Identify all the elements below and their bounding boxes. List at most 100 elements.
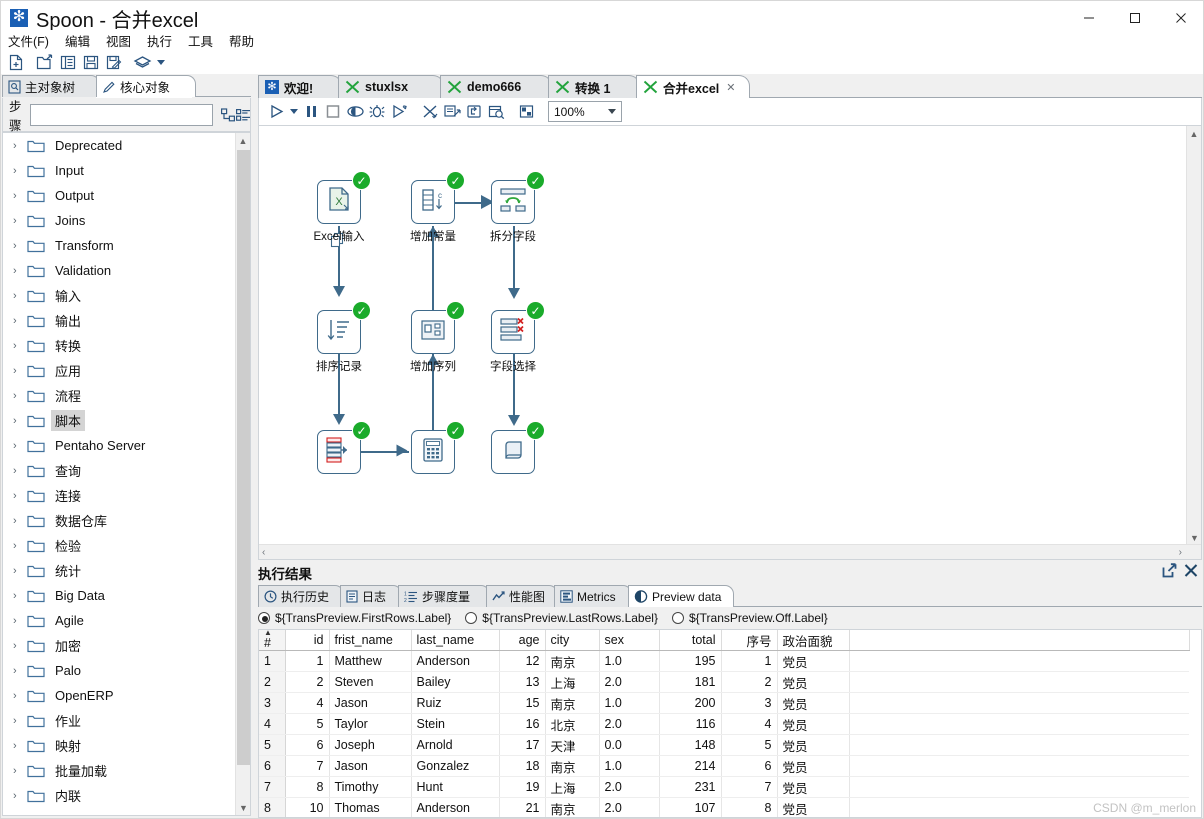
cell-frist_name[interactable]: Jason [329, 692, 412, 714]
tab-metrics[interactable]: Metrics [554, 585, 632, 607]
column-header-id[interactable]: id [285, 630, 330, 651]
table-row[interactable]: 3 4 Jason Ruiz 15 南京 1.0 200 3 党员 [259, 692, 1189, 714]
preview-icon[interactable] [344, 100, 366, 124]
tab-performance-graph[interactable]: 性能图 [486, 585, 558, 607]
editor-tab-1[interactable]: ✻ 欢迎! [258, 75, 342, 98]
cell-age[interactable]: 13 [499, 671, 546, 693]
chevron-right-icon[interactable]: › [13, 515, 27, 527]
step-box[interactable]: ✓ [491, 171, 545, 224]
chevron-right-icon[interactable]: › [13, 765, 27, 777]
tree-item[interactable]: › 流程 [3, 383, 235, 408]
sql-icon[interactable] [463, 100, 485, 124]
tree-item[interactable]: › 内联 [3, 783, 235, 808]
menu-tools[interactable]: 工具 [180, 31, 221, 50]
analyze-icon[interactable] [441, 100, 463, 124]
tree-item[interactable]: › 查询 [3, 458, 235, 483]
cell-zzmm[interactable]: 党员 [777, 755, 850, 777]
cell-rn[interactable]: 1 [259, 650, 286, 672]
cell-xuhao[interactable]: 4 [721, 713, 778, 735]
cell-xuhao[interactable]: 6 [721, 755, 778, 777]
explore-repository-icon[interactable] [56, 51, 79, 73]
cell-last_name[interactable]: Arnold [411, 734, 500, 756]
core-objects-tree[interactable]: › Deprecated › Input › Output › Joins › Transform… [2, 132, 251, 816]
step-box[interactable]: ✓ [411, 301, 465, 354]
cell-zzmm[interactable]: 党员 [777, 734, 850, 756]
cell-total[interactable]: 200 [659, 692, 722, 714]
run-dropdown-icon[interactable] [287, 100, 300, 124]
cell-sex[interactable]: 0.0 [599, 734, 660, 756]
cell-zzmm[interactable]: 党员 [777, 692, 850, 714]
tree-item[interactable]: › 统计 [3, 558, 235, 583]
step-add-sequence[interactable]: ✓ 增加序列 [410, 301, 465, 373]
cell-xuhao[interactable]: 7 [721, 776, 778, 798]
step-split-fields[interactable]: ✓ 拆分字段 [490, 171, 545, 243]
cell-frist_name[interactable]: Steven [329, 671, 412, 693]
table-row[interactable]: 8 10 Thomas Anderson 21 南京 2.0 107 8 党员 [259, 797, 1189, 817]
cell-sex[interactable]: 2.0 [599, 776, 660, 798]
tree-item[interactable]: › OpenERP [3, 683, 235, 708]
cell-id[interactable]: 6 [285, 734, 330, 756]
editor-tab-5[interactable]: 合并excel ✕ [636, 75, 750, 98]
tree-item[interactable]: › Palo [3, 658, 235, 683]
tab-step-metrics[interactable]: 12 步骤度量 [398, 585, 490, 607]
cell-frist_name[interactable]: Jason [329, 755, 412, 777]
cell-last_name[interactable]: Anderson [411, 650, 500, 672]
transformation-canvas[interactable]: X ✓ Excel输入 c ✓ 增加常量 ✓ 拆分字段 ✓ 排序记录 ✓ 增加序… [258, 125, 1202, 560]
step-box[interactable]: ✓ [491, 301, 545, 354]
cell-rn[interactable]: 6 [259, 755, 286, 777]
editor-tab-3[interactable]: demo666 [440, 75, 552, 98]
tree-item[interactable]: › Transform [3, 233, 235, 258]
pause-icon[interactable] [300, 100, 322, 124]
cell-last_name[interactable]: Bailey [411, 671, 500, 693]
cell-age[interactable]: 16 [499, 713, 546, 735]
tree-item[interactable]: › 加密 [3, 633, 235, 658]
cell-xuhao[interactable]: 5 [721, 734, 778, 756]
chevron-right-icon[interactable]: › [13, 315, 27, 327]
cell-age[interactable]: 15 [499, 692, 546, 714]
verify-icon[interactable] [419, 100, 441, 124]
cell-total[interactable]: 181 [659, 671, 722, 693]
radio-last-rows[interactable]: ${TransPreview.LastRows.Label} [465, 611, 658, 625]
chevron-right-icon[interactable]: › [13, 265, 27, 277]
column-header-zzmm[interactable]: 政治面貌 [777, 630, 850, 651]
cell-sex[interactable]: 2.0 [599, 671, 660, 693]
chevron-right-icon[interactable]: › [13, 715, 27, 727]
step-box[interactable]: ✓ [411, 421, 465, 474]
replay-icon[interactable] [388, 100, 410, 124]
cell-zzmm[interactable]: 党员 [777, 776, 850, 798]
cell-xuhao[interactable]: 1 [721, 650, 778, 672]
cell-city[interactable]: 北京 [545, 713, 600, 735]
tree-item[interactable]: › 输出 [3, 308, 235, 333]
scroll-up-icon[interactable]: ▲ [236, 133, 250, 148]
cell-id[interactable]: 7 [285, 755, 330, 777]
cell-id[interactable]: 2 [285, 671, 330, 693]
column-header-rn[interactable]: ▲ # [259, 630, 286, 651]
table-row[interactable]: 6 7 Jason Gonzalez 18 南京 1.0 214 6 党员 [259, 755, 1189, 777]
chevron-right-icon[interactable]: › [13, 365, 27, 377]
tab-core-objects[interactable]: 核心对象 [96, 75, 196, 97]
cell-xuhao[interactable]: 2 [721, 671, 778, 693]
open-file-icon[interactable] [33, 51, 56, 73]
step-sort-rows[interactable]: ✓ 排序记录 [316, 301, 371, 373]
cell-zzmm[interactable]: 党员 [777, 650, 850, 672]
cell-total[interactable]: 231 [659, 776, 722, 798]
tree-item[interactable]: › Agile [3, 608, 235, 633]
scroll-down-icon[interactable]: ▼ [236, 800, 250, 815]
zoom-select[interactable]: 100% [548, 101, 622, 122]
tree-vertical-scrollbar[interactable]: ▲ ▼ [235, 133, 250, 815]
chevron-right-icon[interactable]: › [13, 165, 27, 177]
cell-total[interactable]: 214 [659, 755, 722, 777]
tree-item[interactable]: › 脚本 [3, 408, 235, 433]
cell-city[interactable]: 南京 [545, 755, 600, 777]
tab-close-icon[interactable]: ✕ [726, 81, 735, 94]
step-select-values[interactable]: ✓ 字段选择 [490, 301, 545, 373]
chevron-right-icon[interactable]: › [13, 615, 27, 627]
chevron-right-icon[interactable]: › [13, 340, 27, 352]
cell-age[interactable]: 17 [499, 734, 546, 756]
cell-frist_name[interactable]: Matthew [329, 650, 412, 672]
tree-item[interactable]: › Pentaho Server [3, 433, 235, 458]
chevron-right-icon[interactable]: › [13, 190, 27, 202]
cell-id[interactable]: 8 [285, 776, 330, 798]
canvas-surface[interactable]: X ✓ Excel输入 c ✓ 增加常量 ✓ 拆分字段 ✓ 排序记录 ✓ 增加序… [259, 126, 1187, 544]
save-as-icon[interactable] [102, 51, 125, 73]
